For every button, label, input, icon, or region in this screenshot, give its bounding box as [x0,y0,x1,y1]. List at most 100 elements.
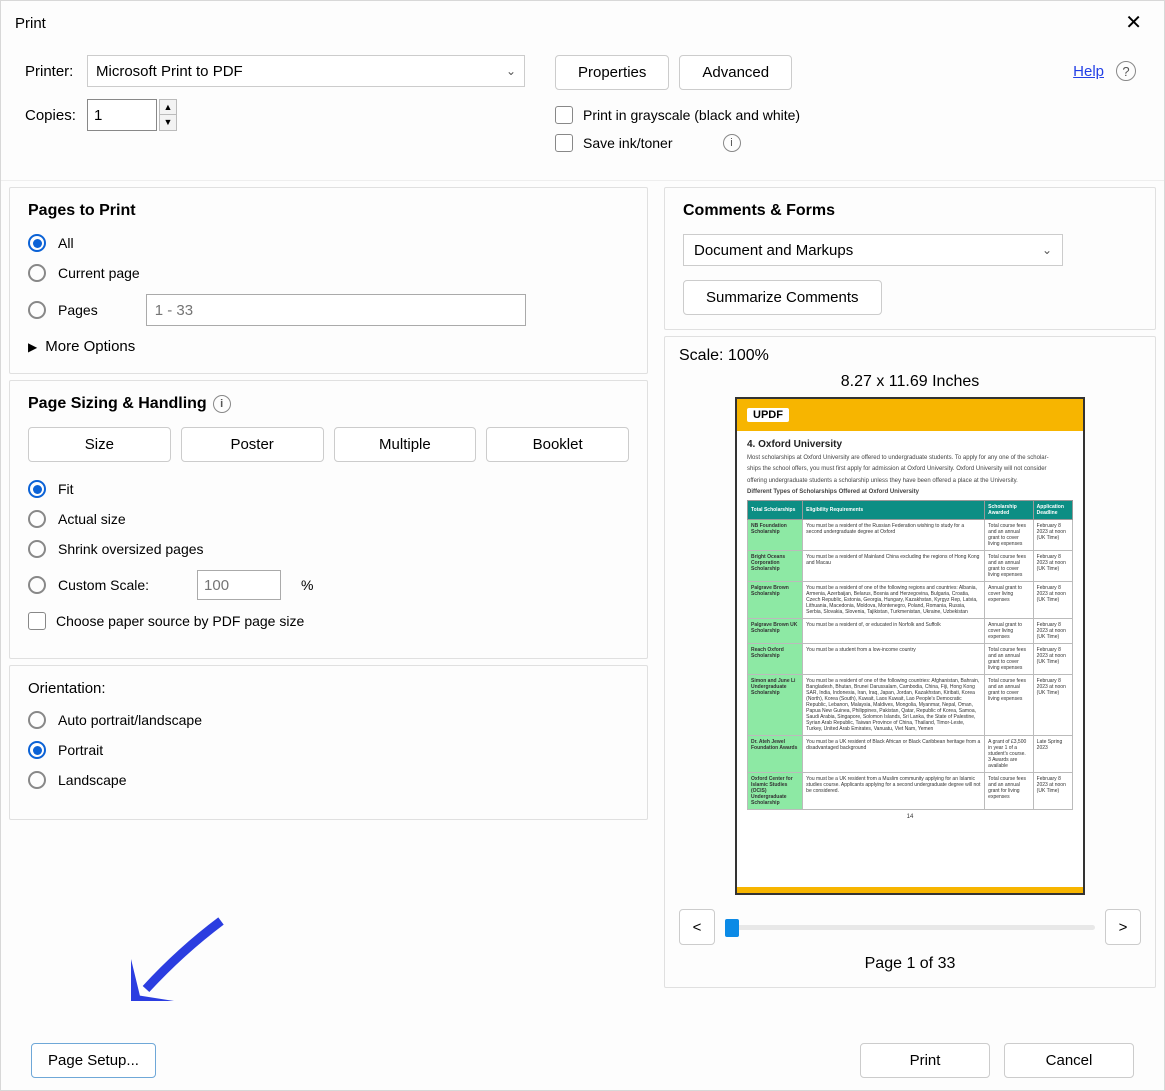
help-link[interactable]: Help [1073,63,1104,80]
table-cell: February 8 2023 at noon (UK Time) [1033,618,1072,643]
copies-label: Copies: [25,107,87,124]
table-header: Eligibility Requirements [803,500,985,519]
copies-up-icon[interactable]: ▲ [160,100,176,115]
size-button[interactable]: Size [28,427,171,462]
sizing-heading: Page Sizing & Handling [28,395,207,413]
more-options-label: More Options [45,338,135,355]
scale-label: Scale: 100% [679,347,1141,365]
table-cell: You must be a student from a low-income … [803,643,985,674]
fit-radio[interactable] [28,480,46,498]
actual-size-label: Actual size [58,511,126,527]
printer-select[interactable]: Microsoft Print to PDF ⌄ [87,55,525,87]
table-header: Total Scholarships [748,500,803,519]
auto-orientation-label: Auto portrait/landscape [58,712,202,728]
custom-scale-label: Custom Scale: [58,577,149,593]
landscape-radio[interactable] [28,771,46,789]
comments-select[interactable]: Document and Markups ⌄ [683,234,1063,266]
slider-thumb[interactable] [725,919,739,937]
table-cell: February 8 2023 at noon (UK Time) [1033,581,1072,618]
chevron-down-icon: ⌄ [506,64,516,78]
more-options-toggle[interactable]: ▶ More Options [28,338,629,355]
dialog-title: Print [15,15,46,32]
table-cell: You must be a UK resident from a Muslim … [803,772,985,809]
current-page-radio[interactable] [28,264,46,282]
table-cell: Total course fees and an annual grant to… [985,674,1034,735]
copies-down-icon[interactable]: ▼ [160,115,176,130]
all-radio[interactable] [28,234,46,252]
table-cell: Palgrave Brown Scholarship [748,581,803,618]
table-row: Reach Oxford ScholarshipYou must be a st… [748,643,1073,674]
updf-logo: UPDF [747,408,789,422]
paper-source-label: Choose paper source by PDF page size [56,613,304,629]
auto-orientation-radio[interactable] [28,711,46,729]
booklet-button[interactable]: Booklet [486,427,629,462]
table-cell: Late Spring 2023 [1033,735,1072,772]
info-icon[interactable]: i [213,395,231,413]
table-cell: You must be a resident of Mainland China… [803,550,985,581]
table-cell: Reach Oxford Scholarship [748,643,803,674]
table-cell: February 8 2023 at noon (UK Time) [1033,643,1072,674]
actual-size-radio[interactable] [28,510,46,528]
copies-input[interactable] [87,99,157,131]
shrink-label: Shrink oversized pages [58,541,204,557]
doc-page-number: 14 [747,810,1073,824]
pages-radio[interactable] [28,301,46,319]
poster-button[interactable]: Poster [181,427,324,462]
portrait-label: Portrait [58,742,103,758]
cancel-button[interactable]: Cancel [1004,1043,1134,1078]
paper-source-checkbox[interactable] [28,612,46,630]
table-cell: Total course fees and an annual grant to… [985,643,1034,674]
table-cell: Annual grant to cover living expenses [985,618,1034,643]
info-icon[interactable]: i [723,134,741,152]
table-cell: Total course fees and an annual grant to… [985,519,1034,550]
advanced-button[interactable]: Advanced [679,55,792,90]
printer-selected: Microsoft Print to PDF [96,63,243,80]
triangle-right-icon: ▶ [28,340,37,354]
table-cell: Palgrave Brown UK Scholarship [748,618,803,643]
portrait-radio[interactable] [28,741,46,759]
help-icon[interactable]: ? [1116,61,1136,81]
custom-scale-input[interactable] [197,570,281,600]
summarize-comments-button[interactable]: Summarize Comments [683,280,882,315]
save-ink-checkbox[interactable] [555,134,573,152]
table-row: Dr. Ateh Jewel Foundation AwardsYou must… [748,735,1073,772]
table-row: Oxford Center for Islamic Studies (OCIS)… [748,772,1073,809]
custom-scale-radio[interactable] [28,576,46,594]
table-header: Application Deadline [1033,500,1072,519]
table-cell: February 8 2023 at noon (UK Time) [1033,550,1072,581]
table-header: Scholarship Awarded [985,500,1034,519]
table-row: Simon and June Li Undergraduate Scholars… [748,674,1073,735]
table-cell: Bright Oceans Corporation Scholarship [748,550,803,581]
doc-para-2: ships the school offers, you must first … [747,465,1073,473]
table-cell: Simon and June Li Undergraduate Scholars… [748,674,803,735]
doc-para-4: Different Types of Scholarships Offered … [747,488,1073,496]
doc-para-3: offering undergraduate students a schola… [747,477,1073,485]
table-cell: Total course fees and an annual grant fo… [985,772,1034,809]
table-cell: You must be a resident of, or educated i… [803,618,985,643]
table-cell: Annual grant to cover living expenses [985,581,1034,618]
multiple-button[interactable]: Multiple [334,427,477,462]
pages-to-print-heading: Pages to Print [28,202,629,220]
page-setup-button[interactable]: Page Setup... [31,1043,156,1078]
table-row: Palgrave Brown ScholarshipYou must be a … [748,581,1073,618]
grayscale-checkbox[interactable] [555,106,573,124]
properties-button[interactable]: Properties [555,55,669,90]
table-cell: February 8 2023 at noon (UK Time) [1033,674,1072,735]
comments-selected: Document and Markups [694,242,853,259]
shrink-radio[interactable] [28,540,46,558]
table-cell: Oxford Center for Islamic Studies (OCIS)… [748,772,803,809]
page-slider[interactable] [725,925,1095,930]
table-row: Bright Oceans Corporation ScholarshipYou… [748,550,1073,581]
pages-input[interactable] [146,294,526,326]
table-cell: Dr. Ateh Jewel Foundation Awards [748,735,803,772]
prev-page-button[interactable]: < [679,909,715,945]
table-cell: You must be a resident of the Russian Fe… [803,519,985,550]
orientation-heading: Orientation: [28,680,629,697]
printer-label: Printer: [25,63,87,80]
doc-para-1: Most scholarships at Oxford University a… [747,454,1073,462]
all-label: All [58,235,74,251]
print-button[interactable]: Print [860,1043,990,1078]
current-page-label: Current page [58,265,140,281]
close-icon[interactable]: ✕ [1117,9,1150,37]
next-page-button[interactable]: > [1105,909,1141,945]
